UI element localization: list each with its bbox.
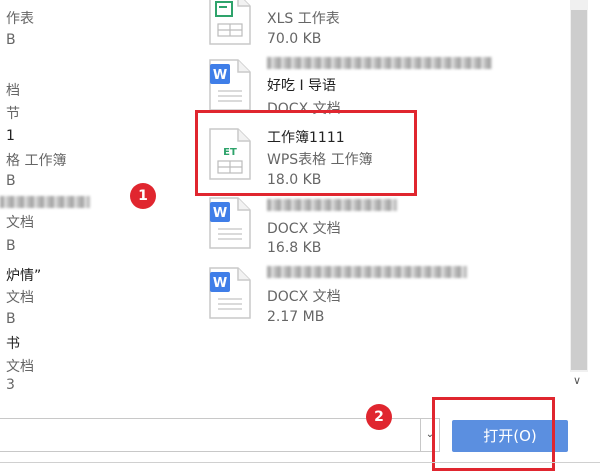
left-file-text: 文档 [6,359,34,375]
svg-text:W: W [213,68,227,83]
blurred-filename [267,57,492,69]
blurred-filename [267,199,397,211]
left-file-text: 作表 [6,11,34,27]
file-name: 好吃 I 导语 [267,78,337,94]
blurred-filename [0,196,90,208]
docx-file-icon[interactable]: W [208,58,252,112]
left-file-text: B [6,311,16,327]
file-size: 16.8 KB [267,240,322,256]
xls-file-icon[interactable] [208,0,252,46]
left-file-text: 格 工作簿 [6,153,67,169]
left-file-text: 3 [6,377,15,393]
left-file-text: B [6,173,16,189]
annotation-marker-1: 1 [130,183,156,209]
highlight-box-file [195,110,417,196]
filename-input[interactable] [0,418,420,452]
left-file-text: 1 [6,128,15,144]
blurred-filename [267,266,467,278]
scrollbar-thumb[interactable] [571,10,587,370]
file-type: XLS 工作表 [267,11,340,27]
file-size: 70.0 KB [267,31,322,47]
left-file-text: B [6,238,16,254]
left-file-text: 文档 [6,290,34,306]
left-file-text: 炉情” [6,268,42,284]
left-file-text: 节 [6,106,20,122]
left-file-text: 文档 [6,215,34,231]
left-file-text: 档 [6,83,20,99]
file-size: 2.17 MB [267,309,325,325]
highlight-box-button [432,397,555,471]
svg-text:W: W [213,206,227,221]
divider [0,462,600,463]
left-file-text: 书 [6,336,20,352]
docx-file-icon[interactable]: W [208,266,252,320]
svg-text:W: W [213,276,227,291]
docx-file-icon[interactable]: W [208,196,252,250]
file-type: DOCX 文档 [267,289,341,305]
file-type: DOCX 文档 [267,221,341,237]
scroll-down-icon[interactable]: ∨ [573,374,581,387]
left-file-text: B [6,32,16,48]
annotation-marker-2: 2 [366,404,392,430]
